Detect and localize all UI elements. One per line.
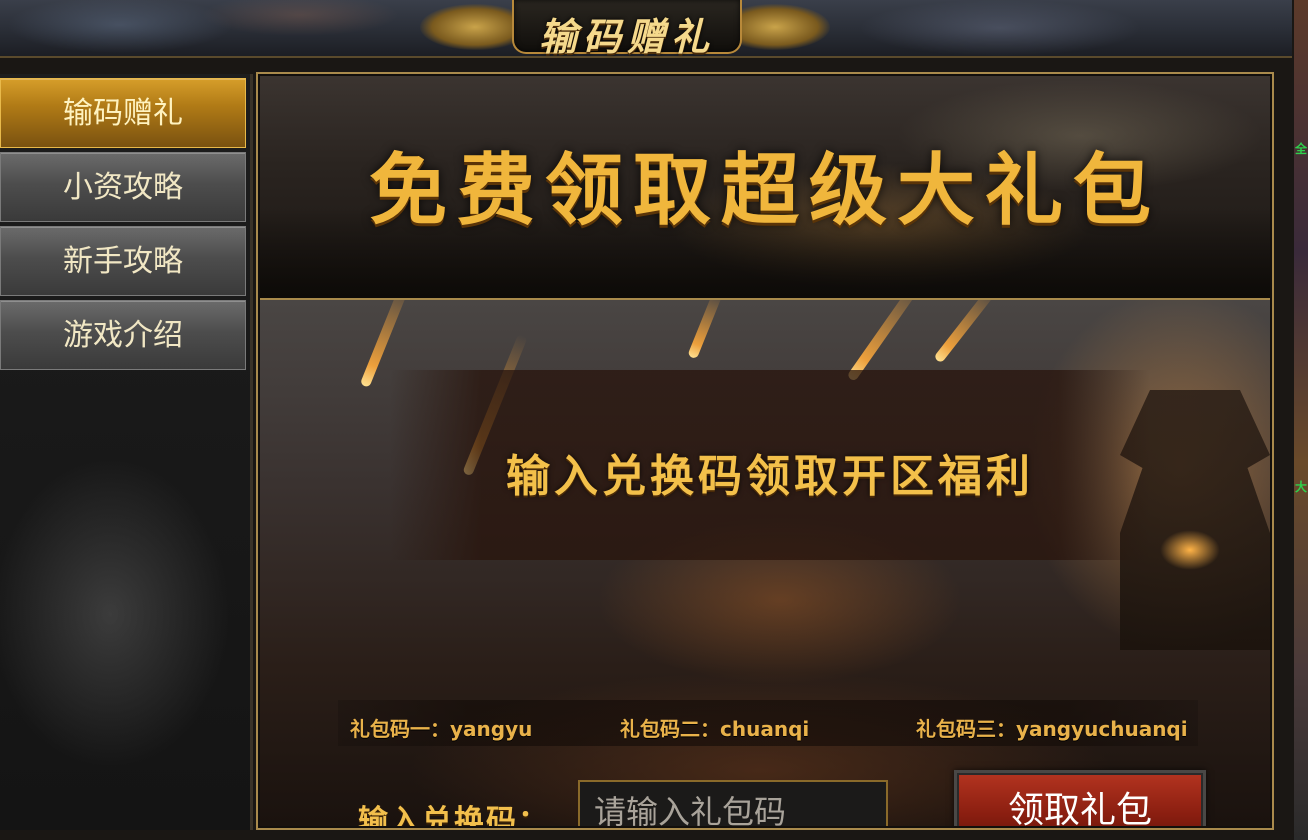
banner-title: 免费领取超级大礼包 — [368, 146, 1161, 236]
redeem-headline: 输入兑换码领取开区福利 — [506, 451, 1034, 502]
title-plate: 输码赠礼 — [420, 0, 830, 59]
redeem-panel: 输入兑换码领取开区福利 礼包码一：yangyu 礼包码二：chuanqi 礼包码… — [260, 300, 1270, 826]
main-panel: 免费领取超级大礼包 输入兑换码领取开区福利 礼包码一：yangyu 礼包码二：c… — [256, 72, 1274, 830]
claim-gift-button[interactable]: 领取礼包 — [954, 770, 1206, 826]
edge-glyph: 大 — [1295, 480, 1308, 494]
redeem-code-input[interactable] — [578, 780, 888, 826]
meteor-streak — [687, 300, 723, 360]
game-window: 输码赠礼 全 大 输码赠礼 小资攻略 新手攻略 游戏介绍 免费领取超级大礼包 输… — [0, 0, 1308, 840]
gift-code-3: 礼包码三：yangyuchuanqi — [916, 717, 1188, 741]
sidebar-item-redeem-code[interactable]: 输码赠礼 — [0, 78, 246, 148]
sidebar-item-budget-guide[interactable]: 小资攻略 — [0, 152, 246, 222]
title-frame: 输码赠礼 — [512, 0, 742, 59]
sidebar: 输码赠礼 小资攻略 新手攻略 游戏介绍 — [0, 74, 253, 830]
gift-code-1: 礼包码一：yangyu — [350, 717, 533, 741]
meteor-streak — [933, 300, 997, 364]
edge-glyph: 全 — [1295, 142, 1308, 156]
redeem-input-label: 输入兑换码： — [358, 804, 550, 826]
page-title: 输码赠礼 — [538, 15, 715, 59]
gift-code-2: 礼包码二：chuanqi — [620, 717, 810, 741]
sidebar-item-beginner-guide[interactable]: 新手攻略 — [0, 226, 246, 296]
right-edge-art: 全 大 — [1294, 0, 1308, 840]
header-bar: 输码赠礼 — [0, 0, 1292, 59]
fire-glow — [1160, 530, 1220, 570]
sidebar-item-game-intro[interactable]: 游戏介绍 — [0, 300, 246, 370]
promo-banner: 免费领取超级大礼包 — [260, 76, 1270, 300]
